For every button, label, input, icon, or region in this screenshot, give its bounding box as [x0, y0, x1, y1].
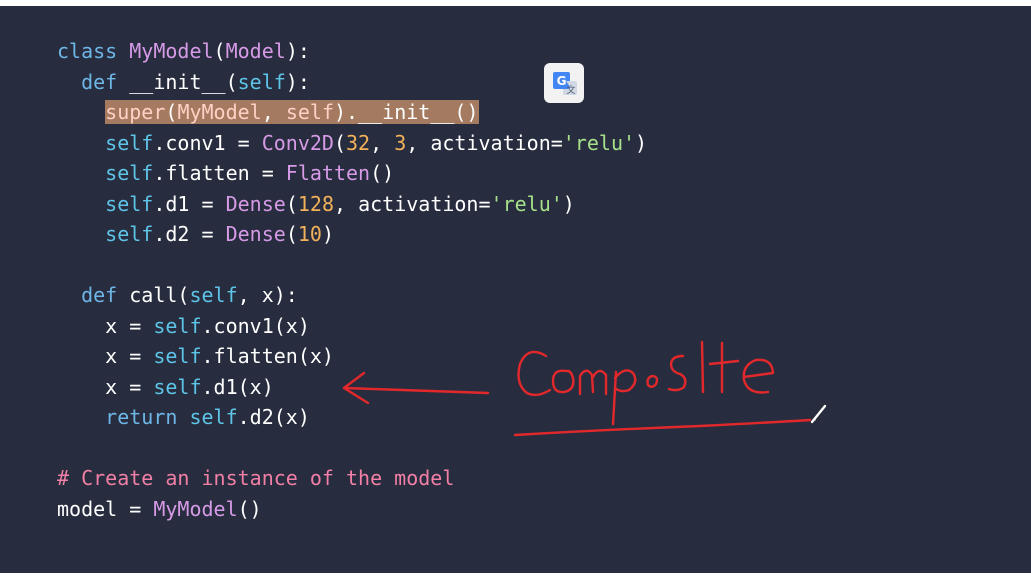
code-line-6: self.d1 = Dense(128, activation='relu') [105, 191, 575, 216]
code-line-9: def call(self, x): [57, 283, 298, 307]
code-line-7: self.d2 = Dense(10) [105, 222, 334, 246]
selected-text-highlight[interactable]: super(MyModel, self).__init__() [105, 100, 479, 124]
code-line-10: x = self.conv1(x) [57, 313, 310, 338]
code-line-11: x = self.flatten(x) [57, 344, 334, 368]
svg-text:G: G [557, 74, 567, 88]
code-line-16: model = MyModel() [57, 496, 262, 521]
code-line-5: self.flatten = Flatten() [105, 161, 395, 185]
code-slide: class MyModel(Model): def __init__(self)… [0, 6, 1031, 573]
svg-text:文: 文 [566, 84, 575, 96]
code-block: class MyModel(Model): def __init__(self)… [57, 36, 647, 524]
translate-glyph: G 文 [553, 72, 577, 96]
code-line-4: self.conv1 = Conv2D(32, 3, activation='r… [105, 130, 648, 155]
google-translate-icon[interactable]: G 文 [544, 63, 584, 103]
code-line-15: # Create an instance of the model [57, 466, 455, 490]
code-line-1: class MyModel(Model): [57, 39, 310, 63]
code-line-13: return self.d2(x) [57, 405, 310, 429]
code-line-12: x = self.d1(x) [57, 374, 274, 399]
